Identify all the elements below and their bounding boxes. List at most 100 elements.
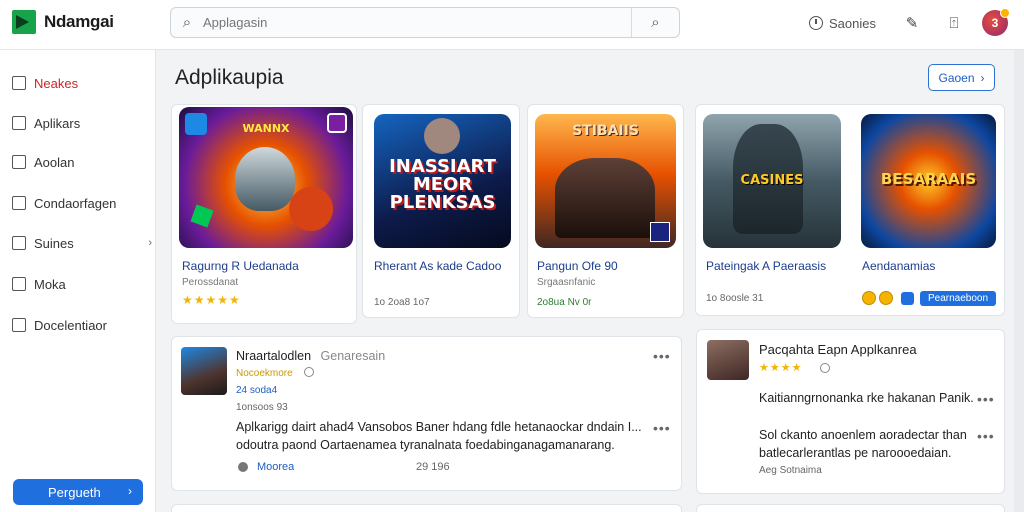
calendar-icon [12,196,26,210]
character-figure [235,147,295,211]
page-title: Adplikaupia [175,66,284,89]
chevron-right-icon: › [148,237,152,249]
post-body: batlecarlerantlas pe naroooedaian. [759,446,952,460]
thumbnail-title: BESARAAIS [880,170,977,188]
sidebar: Neakes Aplikars Aoolan Condaorfagen Suin… [0,50,156,512]
app-meta: 2o8ua Nv 0r [537,297,592,308]
sidebar-item-4[interactable]: Suines › [12,231,152,255]
post-body: Kaitianngrnonanka rke hakanan Panik. [759,391,974,405]
app-logo[interactable]: Ndamgai [12,10,114,34]
post-body: Aplkarigg dairt ahad4 Vansobos Baner hda… [236,420,642,434]
chevron-right-icon: › [128,484,132,498]
app-name[interactable]: Aendanamias [862,259,935,273]
sidebar-item-label: Aplikars [34,115,81,131]
clock-icon [809,16,824,30]
search-bar: ⌕ ⌕ [170,7,680,38]
edit-icon [901,292,914,305]
post-thumbnail[interactable] [707,340,749,380]
sidebar-item-3[interactable]: Condaorfagen [12,191,152,215]
sidebar-item-label: Moka [34,276,66,292]
install-button[interactable]: Pearnaeboon [920,291,997,306]
top-bar: Ndamgai ⌕ ⌕ Saonies ✎ ⍐ 3 [0,0,1024,50]
verified-icon [820,363,830,373]
age-rating-badge [650,222,670,242]
verified-icon [304,367,314,377]
avatar[interactable]: 3 [982,8,1010,36]
settings-icon [12,236,26,250]
more-options-icon[interactable]: ••• [977,391,995,407]
sidebar-item-label: Aoolan [34,154,75,170]
app-meta: 1o 2oa8 1o7 [374,297,430,308]
user-icon [238,462,248,472]
feed-card: Pacqahta Eapn Applkanrea ★★★★ Kaitianngr… [696,329,1005,494]
logo-icon [12,10,36,34]
post-author-link[interactable]: Moorea [257,461,294,473]
more-options-icon[interactable]: ••• [653,348,671,364]
character-figure [424,118,460,154]
app-thumbnail[interactable]: CASINES [703,114,841,248]
square-icon [12,277,26,291]
sources-button[interactable]: Saonies [809,16,876,31]
more-options-icon[interactable]: ••• [977,428,995,444]
search-input[interactable] [203,8,631,37]
app-meta: 1o 8oosle 31 [706,293,764,304]
coin-icon [879,291,893,305]
search-icon: ⌕ [182,14,192,31]
post-body: odoutra paond Oartaenamea tyranalnata fo… [236,438,615,452]
thumbnail-title: CASINES [740,173,804,188]
notification-dot [1000,8,1010,18]
post-body: Sol ckanto anoenlem aoradectar than [759,428,967,442]
sidebar-item-0[interactable]: Neakes [12,71,152,95]
rating-stars: ★★★★★ [182,293,241,307]
post-subtag: 24 soda4 [236,385,278,396]
sidebar-cta-button[interactable]: Pergueth › [13,479,143,505]
chat-icon[interactable]: ✎ [898,9,926,37]
notification-icon[interactable]: ⍐ [940,9,968,37]
top-actions: Saonies ✎ ⍐ 3 [809,8,1010,38]
app-card[interactable]: STIBAIIS Pangun Ofe 90 Srgaasnfanic 2o8u… [527,104,684,318]
chevron-right-icon: › [980,70,985,85]
app-card[interactable]: INASSIART MEOR PLENKSAS Rherant As kade … [362,104,520,318]
avatar-initial: 3 [991,16,999,30]
thumbnail-title: WANNX [242,122,290,135]
post-title[interactable]: Pacqahta Eapn Applkanrea [759,342,917,357]
app-card[interactable]: WANNX Ragurng R Uedanada Perossdanat ★★★… [171,104,357,324]
logo-text: Ndamgai [44,12,114,31]
folder-icon [12,155,26,169]
post-count: 29 196 [416,461,450,473]
sidebar-item-label: Condaorfagen [34,195,117,211]
character-group [555,158,655,238]
app-name[interactable]: Pateingak A Paeraasis [706,259,826,273]
thumbnail-title: STIBAIIS [572,123,639,139]
sidebar-cta-label: Pergueth [48,484,101,500]
app-name: Ragurng R Uedanada [182,259,299,273]
post-thumbnail[interactable] [181,347,227,395]
app-thumbnail: WANNX [179,107,353,248]
gem-shape [190,204,214,228]
post-title[interactable]: Nraartalodlen Genaresain [236,349,385,363]
app-thumbnail: STIBAIIS [535,114,676,248]
post-date: 1onsoos 93 [236,402,288,413]
more-options-icon[interactable]: ••• [653,420,671,436]
sidebar-item-label: Neakes [34,75,79,91]
sources-label: Saonies [829,15,876,31]
sidebar-item-5[interactable]: Moka [12,272,152,296]
app-publisher: Perossdanat [182,277,239,288]
post-title-text: Nraartalodlen [236,349,312,363]
sidebar-item-label: Suines [34,235,74,251]
sidebar-item-1[interactable]: Aplikars [12,111,152,135]
scrollbar[interactable] [1014,50,1024,512]
post-title-suffix: Genaresain [320,349,386,363]
app-name: Pangun Ofe 90 [537,259,618,273]
character-figure [289,187,333,231]
search-button[interactable]: ⌕ [631,8,679,37]
feed-card-next [171,504,682,512]
sidebar-item-6[interactable]: Docelentiaor [12,313,152,337]
feed-card-next [696,504,1005,512]
see-all-label: Gaoen [938,70,975,85]
rating-stars: ★★★★ [759,362,803,374]
post-footer: Aeg Sotnaima [759,465,822,476]
app-thumbnail[interactable]: BESARAAIS [861,114,996,248]
sidebar-item-2[interactable]: Aoolan [12,150,152,174]
see-all-button[interactable]: Gaoen › [928,64,995,91]
